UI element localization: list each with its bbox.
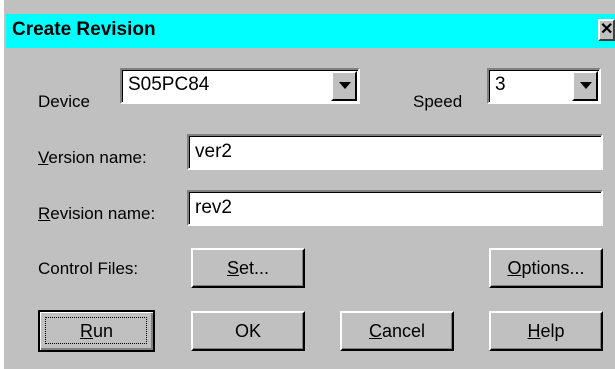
revision-name-value: rev2: [195, 197, 232, 218]
options-button-label: ptions...: [521, 258, 585, 278]
version-name-mnemonic: V: [38, 148, 49, 167]
help-button-label: elp: [540, 321, 565, 341]
control-files-label: Control Files:: [38, 259, 139, 278]
device-select-value: S05PC84: [128, 74, 210, 95]
cancel-button-label: ancel: [381, 321, 426, 341]
help-button[interactable]: Help: [489, 311, 603, 351]
version-name-input[interactable]: ver2: [187, 134, 603, 170]
speed-label: Speed: [413, 92, 463, 111]
set-button-mnemonic: S: [226, 258, 239, 278]
options-button-mnemonic: O: [507, 258, 522, 278]
set-button-label: et...: [239, 258, 270, 278]
device-dropdown-arrow-icon[interactable]: [331, 71, 357, 101]
run-button[interactable]: Run: [38, 310, 155, 352]
device-label: Device: [38, 92, 90, 111]
close-button[interactable]: ✕: [598, 19, 615, 41]
help-button-mnemonic: H: [527, 321, 541, 341]
revision-name-label: Revision name:: [38, 204, 155, 224]
ok-button[interactable]: OK: [191, 311, 305, 351]
cancel-button-mnemonic: C: [368, 321, 382, 341]
revision-name-mnemonic: R: [38, 204, 51, 223]
version-name-label-text: ersion name:: [48, 148, 147, 167]
dialog-left-edge: [0, 0, 4, 369]
ok-button-label: OK: [234, 321, 261, 341]
revision-name-label-text: evision name:: [50, 204, 156, 223]
run-button-focus-ring: [45, 317, 147, 344]
version-name-value: ver2: [195, 141, 232, 162]
create-revision-dialog: Create Revision ✕ Device S05PC84 Speed 3…: [0, 0, 615, 369]
version-name-label: Version name:: [38, 148, 147, 168]
speed-dropdown-arrow-icon[interactable]: [572, 71, 598, 101]
title-bar[interactable]: Create Revision ✕: [6, 14, 615, 48]
cancel-button[interactable]: Cancel: [340, 311, 454, 351]
device-select[interactable]: S05PC84: [120, 68, 360, 104]
speed-select-value: 3: [495, 74, 506, 95]
close-icon: ✕: [600, 21, 614, 38]
revision-name-input[interactable]: rev2: [187, 190, 603, 226]
options-button[interactable]: Options...: [489, 248, 603, 288]
dialog-title: Create Revision: [12, 19, 156, 40]
set-button[interactable]: Set...: [191, 248, 305, 288]
speed-select[interactable]: 3: [487, 68, 601, 104]
